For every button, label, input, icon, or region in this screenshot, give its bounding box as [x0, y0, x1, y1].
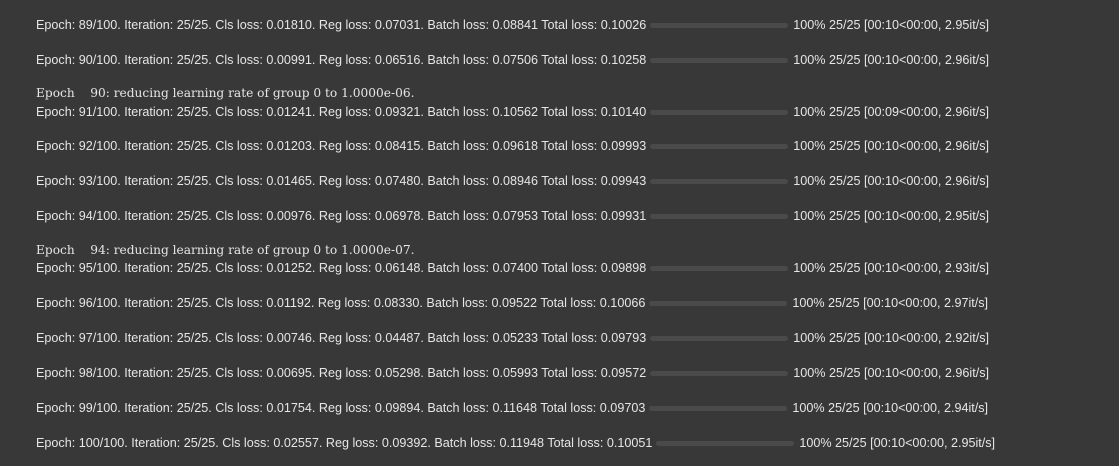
- progress-row-epoch-90: Epoch: 90/100. Iteration: 25/25. Cls los…: [36, 51, 989, 69]
- progress-stats: 100% 25/25 [00:09<00:00, 2.96it/s]: [793, 105, 989, 119]
- progress-description: Epoch: 92/100. Iteration: 25/25. Cls los…: [36, 139, 647, 153]
- progress-bar: [650, 335, 789, 341]
- progress-description: Epoch: 90/100. Iteration: 25/25. Cls los…: [36, 53, 647, 67]
- lr-reduction-message-epoch-90: Epoch 90: reducing learning rate of grou…: [36, 86, 415, 100]
- progress-row-epoch-100: Epoch: 100/100. Iteration: 25/25. Cls lo…: [36, 434, 995, 452]
- progress-description: Epoch: 100/100. Iteration: 25/25. Cls lo…: [36, 436, 653, 450]
- progress-bar: [649, 300, 788, 306]
- progress-row-epoch-95: Epoch: 95/100. Iteration: 25/25. Cls los…: [36, 259, 989, 277]
- progress-description: Epoch: 95/100. Iteration: 25/25. Cls los…: [36, 261, 647, 275]
- progress-bar: [650, 213, 789, 219]
- progress-bar: [650, 143, 789, 149]
- progress-row-epoch-97: Epoch: 97/100. Iteration: 25/25. Cls los…: [36, 329, 989, 347]
- progress-description: Epoch: 91/100. Iteration: 25/25. Cls los…: [36, 105, 647, 119]
- progress-stats: 100% 25/25 [00:10<00:00, 2.92it/s]: [793, 331, 989, 345]
- progress-bar: [650, 109, 789, 115]
- progress-row-epoch-98: Epoch: 98/100. Iteration: 25/25. Cls los…: [36, 364, 989, 382]
- progress-row-epoch-91: Epoch: 91/100. Iteration: 25/25. Cls los…: [36, 103, 989, 121]
- progress-description: Epoch: 99/100. Iteration: 25/25. Cls los…: [36, 401, 646, 415]
- progress-row-epoch-99: Epoch: 99/100. Iteration: 25/25. Cls los…: [36, 399, 988, 417]
- progress-row-epoch-89: Epoch: 89/100. Iteration: 25/25. Cls los…: [36, 16, 989, 34]
- progress-stats: 100% 25/25 [00:10<00:00, 2.97it/s]: [792, 296, 989, 310]
- progress-stats: 100% 25/25 [00:10<00:00, 2.96it/s]: [793, 139, 989, 153]
- progress-bar: [650, 370, 789, 376]
- progress-description: Epoch: 97/100. Iteration: 25/25. Cls los…: [36, 331, 647, 345]
- progress-description: Epoch: 89/100. Iteration: 25/25. Cls los…: [36, 18, 647, 32]
- progress-stats: 100% 25/25 [00:10<00:00, 2.95it/s]: [793, 209, 989, 223]
- progress-description: Epoch: 93/100. Iteration: 25/25. Cls los…: [36, 174, 647, 188]
- progress-bar: [650, 57, 789, 63]
- progress-stats: 100% 25/25 [00:10<00:00, 2.96it/s]: [793, 53, 989, 67]
- progress-row-epoch-94: Epoch: 94/100. Iteration: 25/25. Cls los…: [36, 207, 989, 225]
- progress-row-epoch-92: Epoch: 92/100. Iteration: 25/25. Cls los…: [36, 137, 989, 155]
- progress-row-epoch-96: Epoch: 96/100. Iteration: 25/25. Cls los…: [36, 294, 988, 312]
- progress-stats: 100% 25/25 [00:10<00:00, 2.96it/s]: [793, 174, 989, 188]
- progress-description: Epoch: 94/100. Iteration: 25/25. Cls los…: [36, 209, 647, 223]
- progress-description: Epoch: 98/100. Iteration: 25/25. Cls los…: [36, 366, 647, 380]
- lr-reduction-message-epoch-94: Epoch 94: reducing learning rate of grou…: [36, 243, 415, 257]
- progress-bar: [650, 178, 789, 184]
- progress-bar: [656, 440, 795, 446]
- progress-stats: 100% 25/25 [00:10<00:00, 2.94it/s]: [792, 401, 989, 415]
- progress-stats: 100% 25/25 [00:10<00:00, 2.96it/s]: [793, 366, 989, 380]
- progress-bar: [650, 265, 789, 271]
- progress-stats: 100% 25/25 [00:10<00:00, 2.93it/s]: [793, 261, 989, 275]
- progress-stats: 100% 25/25 [00:10<00:00, 2.95it/s]: [793, 18, 989, 32]
- progress-row-epoch-93: Epoch: 93/100. Iteration: 25/25. Cls los…: [36, 172, 989, 190]
- progress-bar: [650, 22, 789, 28]
- progress-bar: [649, 405, 788, 411]
- progress-description: Epoch: 96/100. Iteration: 25/25. Cls los…: [36, 296, 646, 310]
- progress-stats: 100% 25/25 [00:10<00:00, 2.95it/s]: [799, 436, 996, 450]
